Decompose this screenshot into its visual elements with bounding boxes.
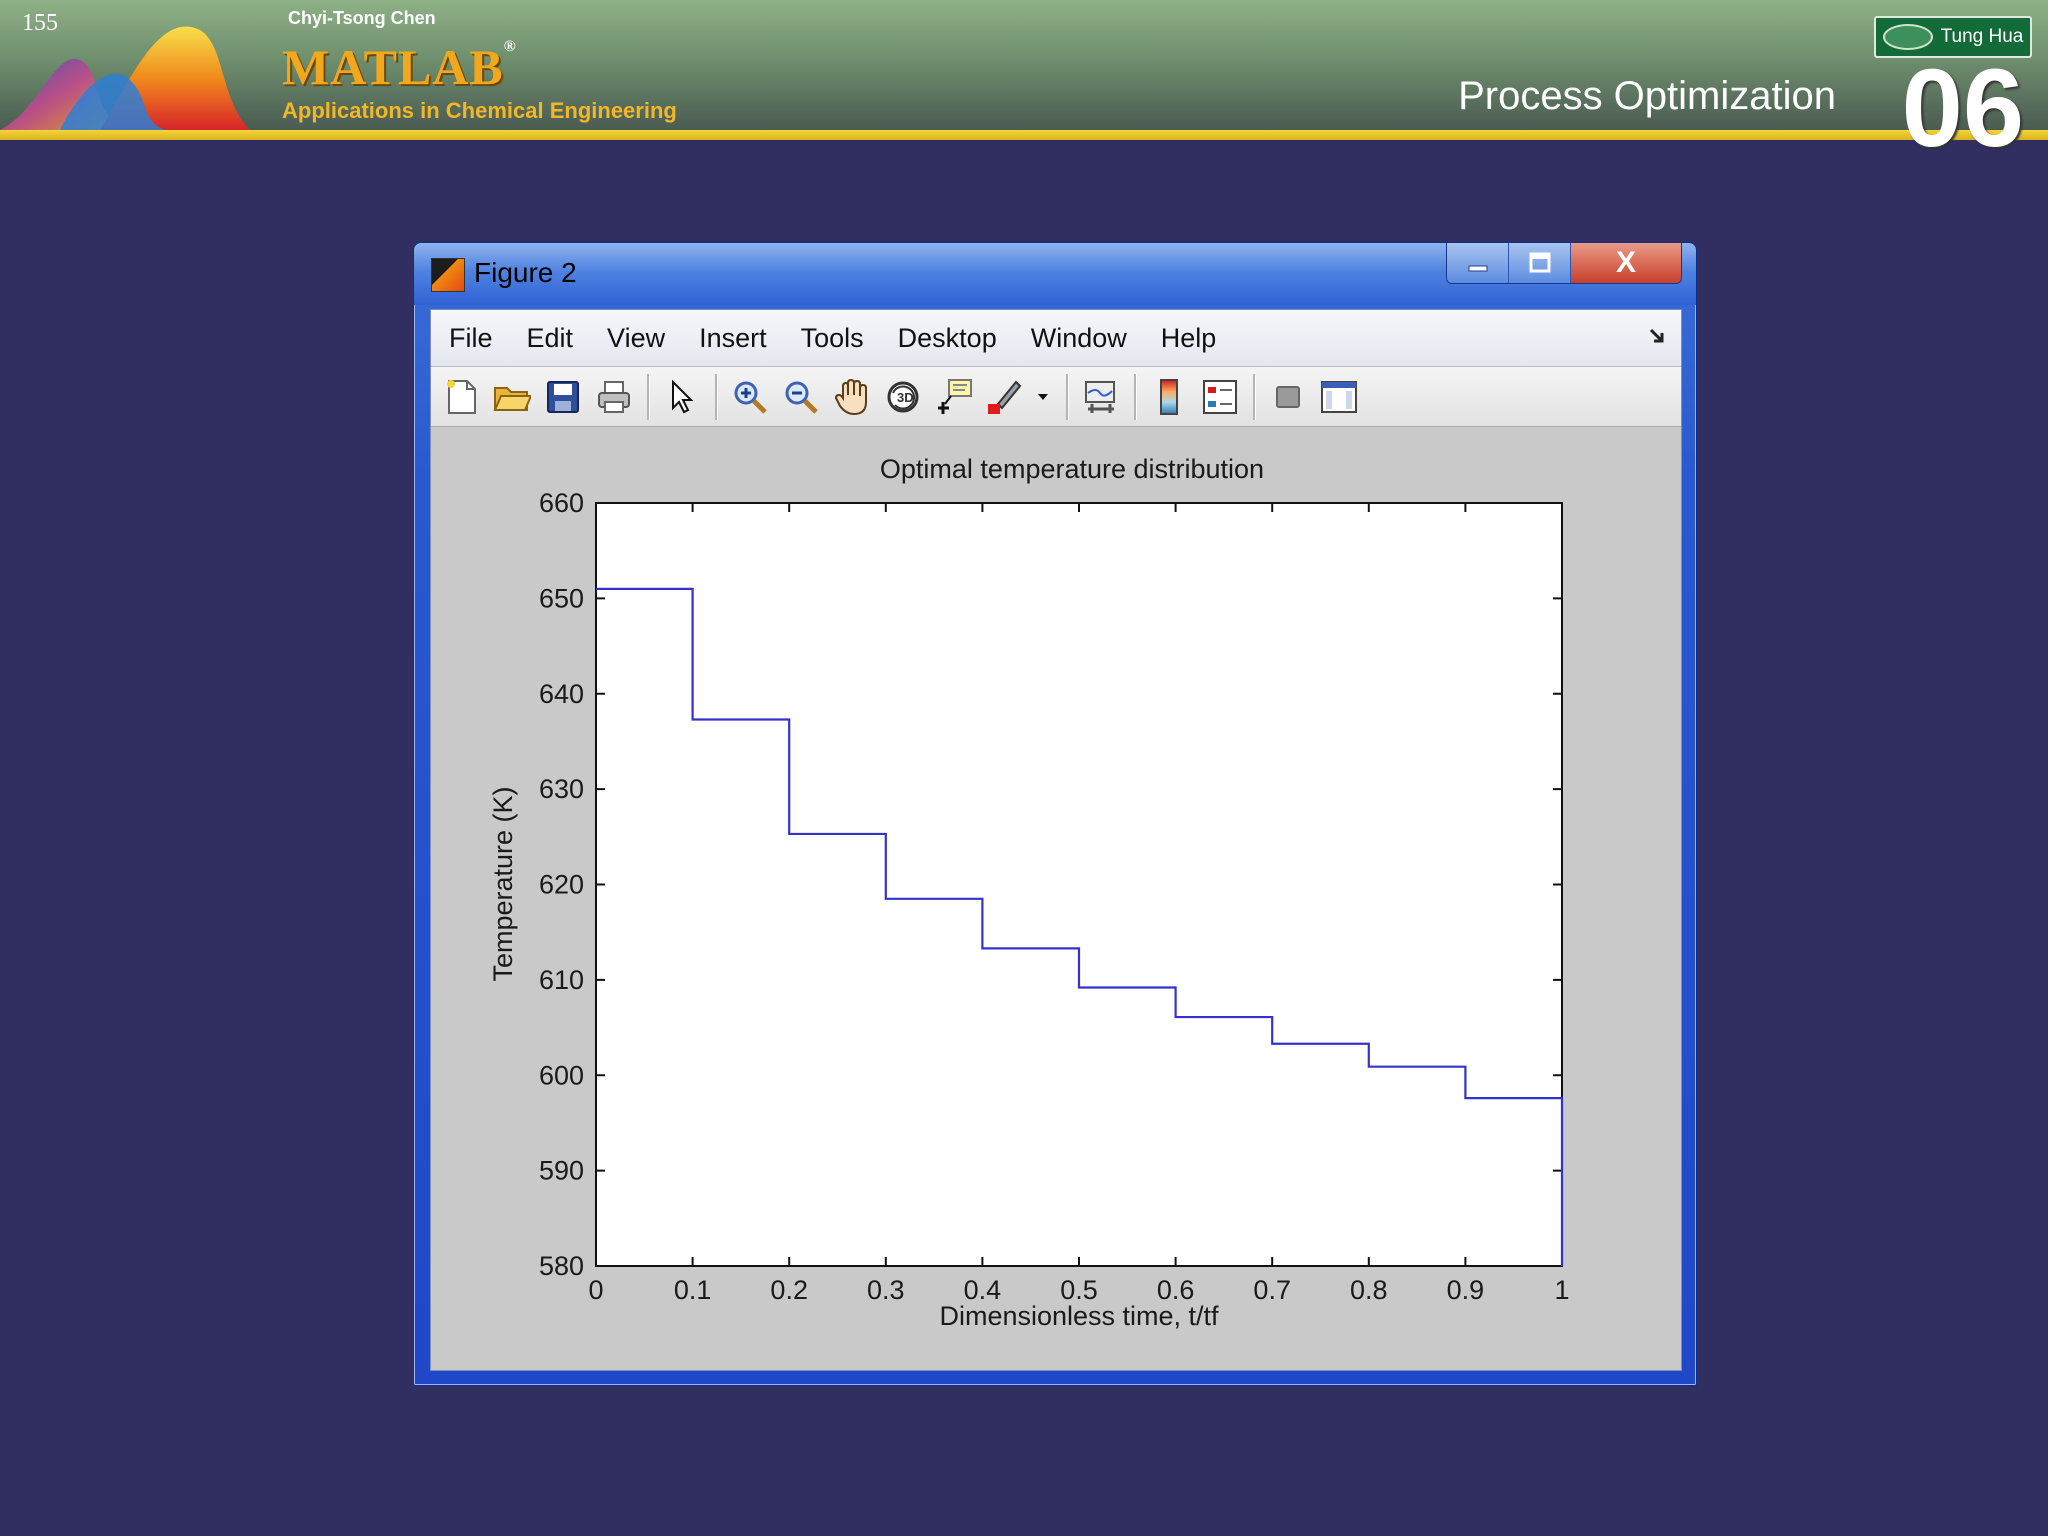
close-button[interactable]: X [1571, 243, 1681, 283]
matlab-wordmark-text: MATLAB [282, 39, 504, 95]
hide-plot-tools-icon [1276, 385, 1300, 408]
figure-window: Figure 2 X File Edit View Insert Tools D… [413, 242, 1697, 1386]
y-tick-label: 630 [539, 774, 584, 804]
book-subtitle: Applications in Chemical Engineering [282, 98, 677, 123]
menu-tools[interactable]: Tools [801, 323, 864, 354]
menu-desktop[interactable]: Desktop [898, 323, 997, 354]
maximize-button[interactable] [1509, 243, 1571, 283]
brush-dropdown-icon [1038, 393, 1048, 400]
menu-help[interactable]: Help [1161, 323, 1217, 354]
save-button[interactable] [541, 375, 585, 419]
axes-box[interactable] [595, 502, 1563, 1267]
publisher-name: Tung Hua [1940, 26, 2024, 47]
figure-client-area: File Edit View Insert Tools Desktop Wind… [430, 309, 1682, 1371]
menu-insert[interactable]: Insert [699, 323, 767, 354]
window-title: Figure 2 [474, 257, 577, 288]
link-plot-icon [1085, 380, 1115, 413]
maximize-icon [1529, 252, 1550, 273]
menu-edit[interactable]: Edit [527, 323, 574, 354]
y-tick-label: 640 [539, 679, 584, 709]
open-file-icon [493, 386, 531, 411]
insert-colorbar-button[interactable] [1147, 375, 1191, 419]
matlab-wordmark: MATLAB® [282, 38, 517, 96]
toolbar-separator [1134, 373, 1137, 420]
pan-button[interactable] [830, 375, 874, 419]
brush-icon [988, 380, 1022, 414]
matlab-app-icon[interactable] [431, 258, 465, 292]
dock-arrow-icon[interactable] [1647, 326, 1667, 346]
insert-colorbar-icon [1160, 378, 1178, 415]
zoom-out-icon [785, 381, 818, 414]
slide-header: 155 Chyi-Tsong Chen MATLAB® Applications… [0, 0, 2048, 130]
menu-bar: File Edit View Insert Tools Desktop Wind… [431, 310, 1681, 367]
registered-mark: ® [503, 38, 517, 55]
section-title: Process Optimization [1458, 74, 1836, 118]
y-tick-label: 650 [539, 583, 584, 613]
chapter-number: 06 [1901, 47, 2024, 170]
open-file-button[interactable] [490, 375, 534, 419]
link-plot-button[interactable] [1079, 375, 1123, 419]
brush-button[interactable] [983, 375, 1027, 419]
rotate-3d-button[interactable]: 3D [881, 375, 925, 419]
figure-canvas[interactable]: Optimal temperature distribution 0 0.1 0.2… [431, 428, 1681, 1370]
x-tick-label: 0.7 [1253, 1275, 1291, 1305]
header-divider [0, 130, 2048, 140]
data-cursor-button[interactable] [932, 375, 976, 419]
insert-legend-button[interactable] [1198, 375, 1242, 419]
window-controls: X [1446, 243, 1682, 284]
chart-svg: Optimal temperature distribution 0 0.1 0.2… [488, 454, 1570, 1331]
brush-dropdown-button[interactable] [1034, 375, 1052, 419]
toolbar-separator [715, 373, 718, 420]
chart-title: Optimal temperature distribution [880, 454, 1264, 484]
menu-view[interactable]: View [607, 323, 665, 354]
hide-plot-tools-button[interactable] [1266, 375, 1310, 419]
menu-window[interactable]: Window [1031, 323, 1127, 354]
x-tick-label: 1 [1554, 1275, 1569, 1305]
show-plot-tools-icon [1321, 380, 1357, 413]
x-tick-label: 0.9 [1447, 1275, 1485, 1305]
y-tick-label: 610 [539, 965, 584, 995]
x-tick-label: 0.2 [770, 1275, 808, 1305]
edit-plot-button[interactable] [660, 375, 704, 419]
close-icon: X [1615, 246, 1636, 279]
zoom-in-icon [734, 381, 767, 414]
rotate-3d-icon: 3D [887, 381, 919, 412]
y-tick-label: 580 [539, 1251, 584, 1281]
edit-plot-arrow-icon [672, 379, 694, 413]
menu-file[interactable]: File [449, 323, 493, 354]
pan-hand-icon [834, 378, 867, 415]
insert-legend-icon [1203, 379, 1237, 414]
data-cursor-icon [938, 378, 972, 414]
print-button[interactable] [592, 375, 636, 419]
minimize-icon [1468, 265, 1487, 272]
zoom-out-button[interactable] [779, 375, 823, 419]
x-tick-label: 0.8 [1350, 1275, 1388, 1305]
x-tick-label: 0 [588, 1275, 603, 1305]
toolbar-separator [647, 373, 650, 420]
author-name: Chyi-Tsong Chen [288, 8, 436, 28]
y-tick-label: 660 [539, 488, 584, 518]
window-titlebar[interactable]: Figure 2 X [414, 243, 1696, 305]
figure-toolbar: 3D [431, 367, 1681, 427]
page-number: 155 [22, 10, 58, 36]
x-tick-label: 0.3 [867, 1275, 905, 1305]
y-tick-label: 590 [539, 1156, 584, 1186]
new-figure-button[interactable] [439, 375, 483, 419]
save-icon [547, 380, 579, 413]
zoom-in-button[interactable] [728, 375, 772, 419]
new-figure-icon [447, 379, 476, 414]
svg-text:3D: 3D [897, 390, 914, 405]
y-axis-label: Temperature (K) [488, 786, 518, 981]
x-tick-label: 0.1 [674, 1275, 712, 1305]
minimize-button[interactable] [1447, 243, 1509, 283]
y-tick-label: 600 [539, 1060, 584, 1090]
print-icon [598, 380, 630, 413]
toolbar-separator [1253, 373, 1256, 420]
x-axis-label: Dimensionless time, t/tf [939, 1301, 1219, 1331]
toolbar-separator [1066, 373, 1069, 420]
show-plot-tools-button[interactable] [1317, 375, 1361, 419]
y-tick-label: 620 [539, 870, 584, 900]
